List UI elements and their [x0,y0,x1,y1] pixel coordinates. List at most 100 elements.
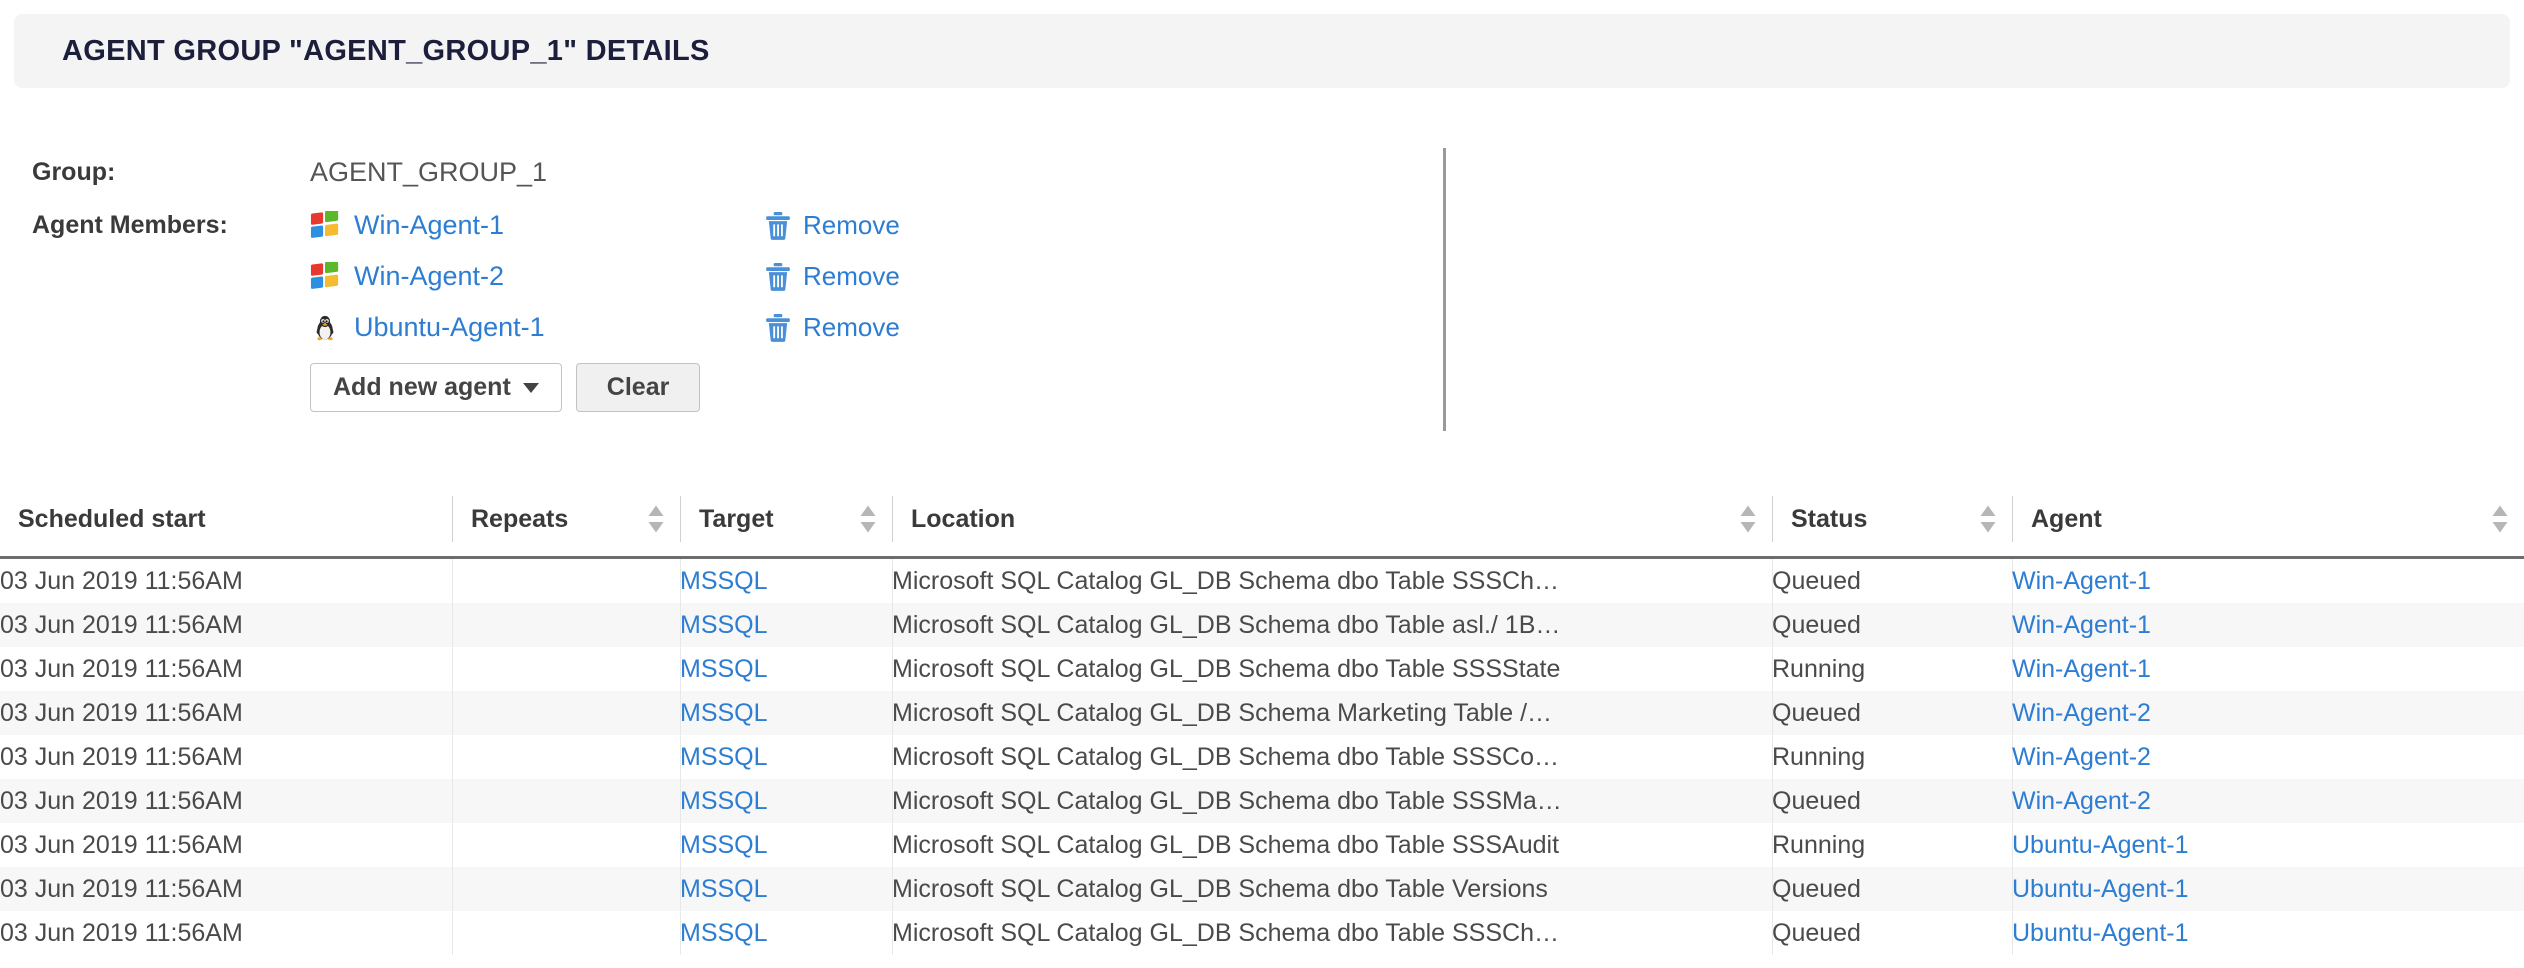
clear-button[interactable]: Clear [576,363,701,412]
cell-agent[interactable]: Ubuntu-Agent-1 [2012,867,2524,911]
cell-scheduled-start: 03 Jun 2019 11:56AM [0,779,452,823]
cell-target[interactable]: MSSQL [680,647,892,691]
agent-link[interactable]: Win-Agent-1 [2012,567,2151,595]
cell-agent[interactable]: Ubuntu-Agent-1 [2012,911,2524,955]
sort-updown-icon[interactable] [858,504,878,534]
cell-agent[interactable]: Win-Agent-2 [2012,735,2524,779]
cell-agent[interactable]: Win-Agent-1 [2012,558,2524,604]
agent-member-link[interactable]: Ubuntu-Agent-1 [354,312,545,343]
cell-scheduled-start: 03 Jun 2019 11:56AM [0,647,452,691]
cell-target[interactable]: MSSQL [680,691,892,735]
target-link[interactable]: MSSQL [680,611,768,639]
remove-agent-link[interactable]: Remove [803,261,900,292]
agent-link[interactable]: Ubuntu-Agent-1 [2012,875,2189,903]
cell-agent[interactable]: Win-Agent-1 [2012,603,2524,647]
column-label: Location [911,505,1015,534]
target-link[interactable]: MSSQL [680,567,768,595]
column-header-agent[interactable]: Agent [2012,496,2524,558]
cell-location: Microsoft SQL Catalog GL_DB Schema dbo T… [892,603,1772,647]
agent-link[interactable]: Win-Agent-2 [2012,743,2151,771]
agent-link[interactable]: Ubuntu-Agent-1 [2012,831,2189,859]
caret-down-icon [523,383,539,393]
column-label: Target [699,505,774,534]
agent-member-link[interactable]: Win-Agent-2 [354,261,504,292]
column-header-target[interactable]: Target [680,496,892,558]
remove-agent-link[interactable]: Remove [803,312,900,343]
cell-target[interactable]: MSSQL [680,735,892,779]
cell-status: Queued [1772,691,2012,735]
add-new-agent-label: Add new agent [333,373,511,402]
table-row[interactable]: 03 Jun 2019 11:56AM MSSQL Microsoft SQL … [0,779,2524,823]
cell-status: Queued [1772,779,2012,823]
table-row[interactable]: 03 Jun 2019 11:56AM MSSQL Microsoft SQL … [0,691,2524,735]
remove-agent-link[interactable]: Remove [803,210,900,241]
add-new-agent-button[interactable]: Add new agent [310,363,562,412]
column-header-location[interactable]: Location [892,496,1772,558]
target-link[interactable]: MSSQL [680,919,768,947]
cell-location: Microsoft SQL Catalog GL_DB Schema Marke… [892,691,1772,735]
cell-status: Queued [1772,603,2012,647]
target-link[interactable]: MSSQL [680,875,768,903]
sort-updown-icon[interactable] [1738,504,1758,534]
cell-target[interactable]: MSSQL [680,779,892,823]
agent-link[interactable]: Win-Agent-2 [2012,699,2151,727]
agent-link[interactable]: Win-Agent-1 [2012,611,2151,639]
cell-target[interactable]: MSSQL [680,911,892,955]
column-label: Repeats [471,505,568,534]
cell-agent[interactable]: Win-Agent-2 [2012,691,2524,735]
panel-header: AGENT GROUP "AGENT_GROUP_1" DETAILS [14,14,2510,88]
table-row[interactable]: 03 Jun 2019 11:56AM MSSQL Microsoft SQL … [0,603,2524,647]
cell-scheduled-start: 03 Jun 2019 11:56AM [0,823,452,867]
cell-agent[interactable]: Win-Agent-2 [2012,779,2524,823]
target-link[interactable]: MSSQL [680,655,768,683]
cell-status: Queued [1772,558,2012,604]
table-row[interactable]: 03 Jun 2019 11:56AM MSSQL Microsoft SQL … [0,647,2524,691]
sort-updown-icon[interactable] [2490,504,2510,534]
linux-penguin-icon [310,313,340,343]
group-label: Group: [0,150,310,194]
agent-member-row: Ubuntu-Agent-1 Remove [0,302,2524,353]
cell-agent[interactable]: Ubuntu-Agent-1 [2012,823,2524,867]
agent-member-row: Agent Members: Win-Agent-1 Remove [0,200,2524,251]
agent-member-link[interactable]: Win-Agent-1 [354,210,504,241]
trash-icon[interactable] [765,263,791,291]
target-link[interactable]: MSSQL [680,699,768,727]
agent-member-row: Win-Agent-2 Remove [0,251,2524,302]
trash-icon[interactable] [765,314,791,342]
target-link[interactable]: MSSQL [680,787,768,815]
column-header-repeats[interactable]: Repeats [452,496,680,558]
table-row[interactable]: 03 Jun 2019 11:56AM MSSQL Microsoft SQL … [0,735,2524,779]
cell-target[interactable]: MSSQL [680,867,892,911]
cell-target[interactable]: MSSQL [680,603,892,647]
trash-icon[interactable] [765,212,791,240]
cell-repeats [452,647,680,691]
cell-repeats [452,558,680,604]
cell-location: Microsoft SQL Catalog GL_DB Schema dbo T… [892,911,1772,955]
column-header-scheduled-start[interactable]: Scheduled start [0,496,452,558]
column-header-status[interactable]: Status [1772,496,2012,558]
cell-scheduled-start: 03 Jun 2019 11:56AM [0,558,452,604]
sort-updown-icon[interactable] [646,504,666,534]
agent-link[interactable]: Win-Agent-1 [2012,655,2151,683]
agent-link[interactable]: Ubuntu-Agent-1 [2012,919,2189,947]
group-value: AGENT_GROUP_1 [310,150,547,194]
table-row[interactable]: 03 Jun 2019 11:56AM MSSQL Microsoft SQL … [0,558,2524,604]
target-link[interactable]: MSSQL [680,831,768,859]
page-title: AGENT GROUP "AGENT_GROUP_1" DETAILS [62,35,710,68]
agent-link[interactable]: Win-Agent-2 [2012,787,2151,815]
cell-target[interactable]: MSSQL [680,823,892,867]
cell-repeats [452,867,680,911]
target-link[interactable]: MSSQL [680,743,768,771]
windows-icon [310,211,340,241]
sort-updown-icon[interactable] [1978,504,1998,534]
table-row[interactable]: 03 Jun 2019 11:56AM MSSQL Microsoft SQL … [0,823,2524,867]
cell-agent[interactable]: Win-Agent-1 [2012,647,2524,691]
table-row[interactable]: 03 Jun 2019 11:56AM MSSQL Microsoft SQL … [0,911,2524,955]
cell-location: Microsoft SQL Catalog GL_DB Schema dbo T… [892,823,1772,867]
cell-target[interactable]: MSSQL [680,558,892,604]
column-label: Status [1791,505,1867,534]
cell-scheduled-start: 03 Jun 2019 11:56AM [0,603,452,647]
table-row[interactable]: 03 Jun 2019 11:56AM MSSQL Microsoft SQL … [0,867,2524,911]
scheduled-jobs-table: Scheduled start Repeats Target [0,496,2524,955]
section-divider [1443,148,1446,431]
